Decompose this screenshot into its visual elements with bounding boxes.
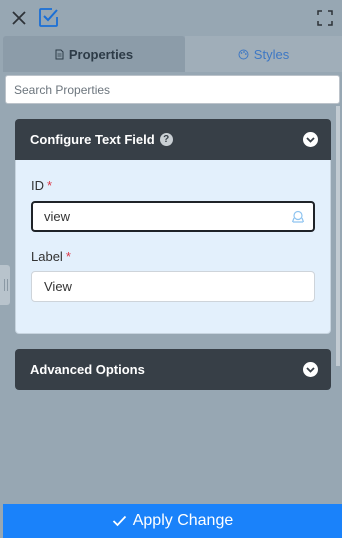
required-marker: * [65,249,71,264]
label-label-text: Label [31,249,63,264]
id-field-label: ID * [31,178,52,193]
chevron-down-circle-icon[interactable] [303,362,318,377]
apply-change-button[interactable]: Apply Change [3,504,342,538]
question-circle-icon[interactable]: ? [159,133,173,146]
fullscreen-icon[interactable] [317,10,333,26]
palette-icon [238,49,249,59]
id-lookup-icon[interactable] [291,210,305,224]
id-label-text: ID [31,178,44,193]
advanced-options-title: Advanced Options [30,362,145,377]
chevron-down-circle-icon[interactable] [303,132,318,147]
search-box [5,75,340,104]
document-icon [55,49,64,59]
apply-change-label: Apply Change [132,512,234,529]
id-field [31,201,315,232]
configure-text-field-header[interactable]: Configure Text Field ? [15,119,331,160]
panel-resize-handle[interactable] [0,265,10,305]
advanced-options-header[interactable]: Advanced Options [15,349,331,390]
checkbox-icon[interactable] [38,7,59,28]
configure-text-field-body: ID* Label* [15,160,331,334]
label-field-label: Label * [31,249,71,264]
check-icon [112,515,126,527]
vertical-scrollbar[interactable] [336,106,340,366]
tab-styles[interactable]: Styles [185,36,342,72]
required-marker: * [47,178,53,193]
tab-styles-label: Styles [253,46,290,62]
close-icon[interactable] [10,9,28,27]
tab-properties-label: Properties [68,46,134,62]
search-input[interactable] [6,76,339,103]
label-input[interactable] [32,272,314,301]
configure-card-title: Configure Text Field [30,132,155,147]
id-input[interactable] [33,203,313,230]
tab-properties[interactable]: Properties [3,36,185,72]
panel-tabs: Properties Styles [0,36,342,72]
label-field [31,271,315,302]
top-toolbar [0,0,342,36]
